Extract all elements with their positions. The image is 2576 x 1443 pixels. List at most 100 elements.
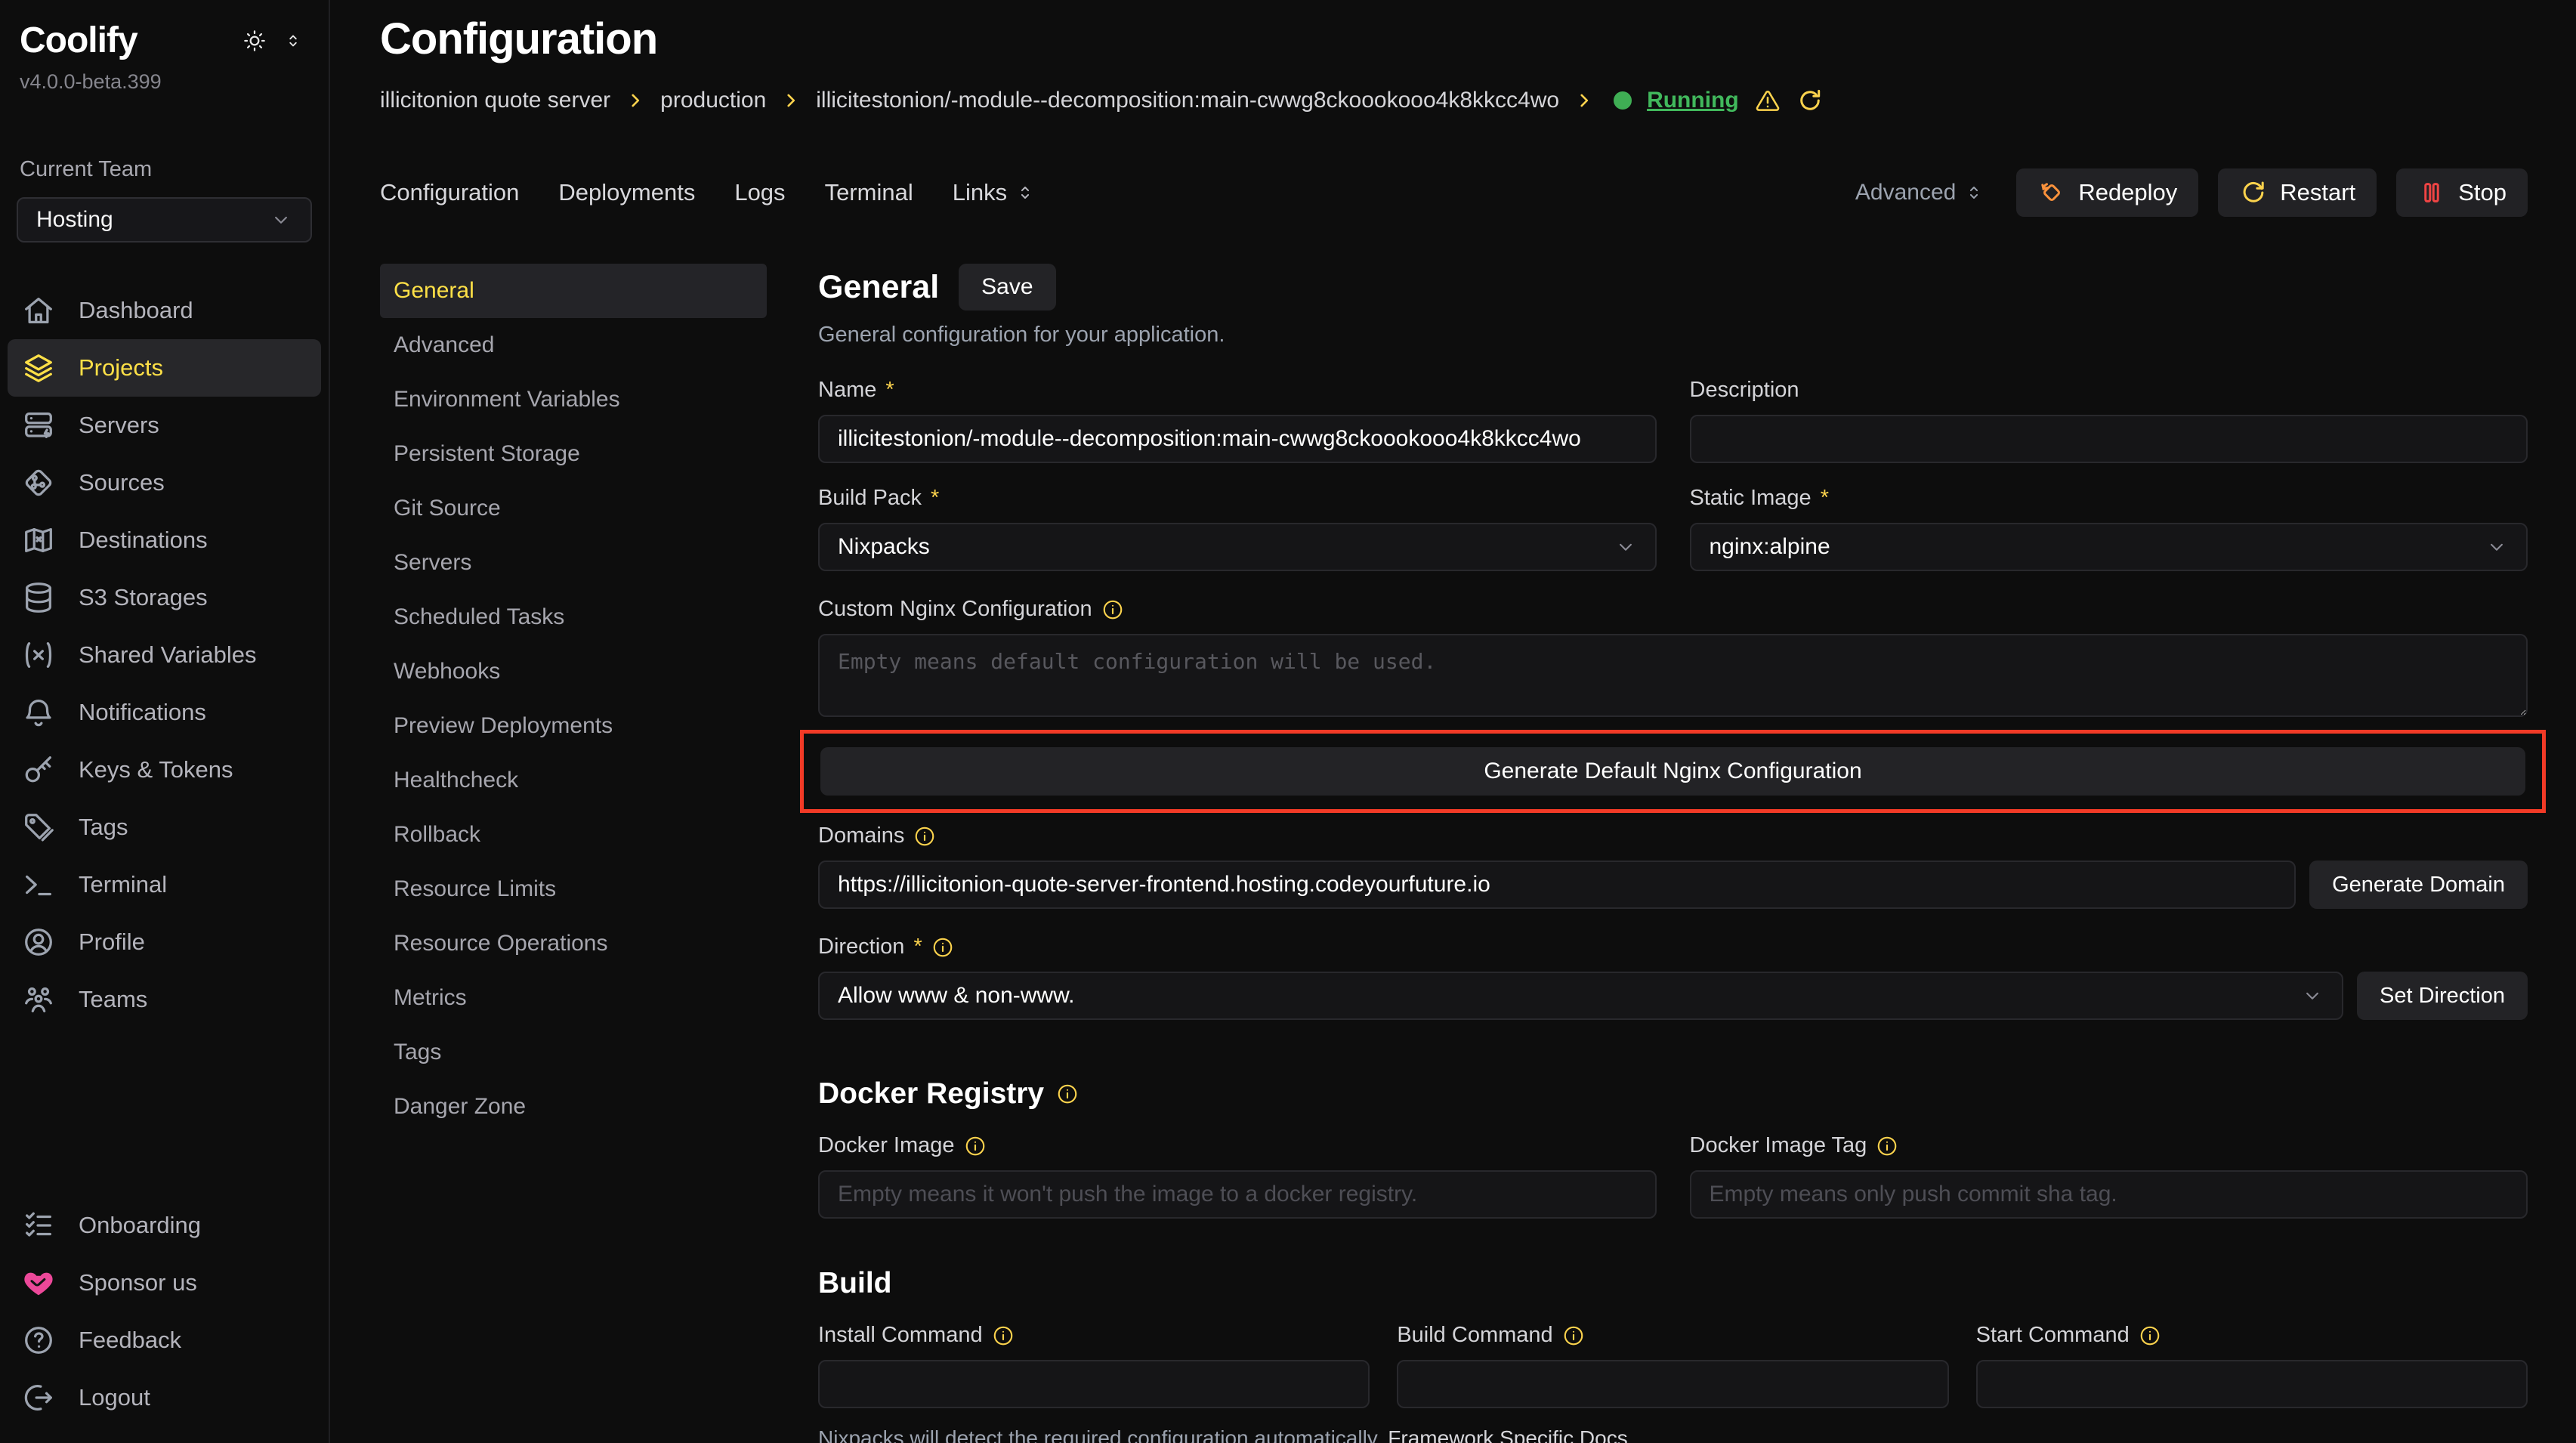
server-icon [21,408,56,443]
users-icon [21,982,56,1017]
sidebar-item-profile[interactable]: Profile [8,913,321,971]
submenu-metrics[interactable]: Metrics [380,971,767,1025]
breadcrumb-application[interactable]: illicitestonion/-module--decomposition:m… [816,88,1559,113]
paren-x-icon [21,638,56,672]
start-command-input[interactable] [1976,1360,2528,1408]
brand-logo: Coolify [20,20,137,61]
set-direction-button[interactable]: Set Direction [2357,972,2528,1020]
docker-image-tag-input[interactable] [1690,1170,2528,1219]
sidebar-item-terminal[interactable]: Terminal [8,856,321,913]
submenu-git-source[interactable]: Git Source [380,481,767,536]
main-area: Configuration illicitonion quote server … [332,0,2576,1443]
breadcrumb-project[interactable]: illicitonion quote server [380,88,610,113]
sidebar-item-sources[interactable]: Sources [8,454,321,511]
bell-icon [21,695,56,730]
tab-deployments[interactable]: Deployments [558,179,695,206]
sidebar-item-shared-variables[interactable]: Shared Variables [8,626,321,684]
submenu-scheduled-tasks[interactable]: Scheduled Tasks [380,590,767,644]
name-input[interactable] [818,415,1657,463]
info-icon[interactable] [1101,598,1124,621]
framework-docs-link[interactable]: Framework Specific Docs [1388,1426,1627,1443]
pause-icon [2417,178,2446,207]
sidebar-item-notifications[interactable]: Notifications [8,684,321,741]
sidebar-item-logout[interactable]: Logout [8,1369,321,1426]
sidebar-item-tags[interactable]: Tags [8,799,321,856]
chevron-right-icon [1574,91,1594,110]
team-select[interactable]: Hosting [17,197,312,243]
submenu-general[interactable]: General [380,264,767,318]
sidebar-item-projects[interactable]: Projects [8,339,321,397]
sidebar-item-sponsor-us[interactable]: Sponsor us [8,1254,321,1312]
description-label: Description [1690,378,1799,403]
sidebar: Coolify v4.0.0-beta.399 Current Team Hos… [0,0,330,1443]
sidebar-collapse-icon[interactable] [283,31,303,51]
submenu-servers[interactable]: Servers [380,536,767,590]
sidebar-item-s3-storages[interactable]: S3 Storages [8,569,321,626]
submenu-advanced[interactable]: Advanced [380,318,767,372]
submenu-webhooks[interactable]: Webhooks [380,644,767,699]
sidebar-item-destinations[interactable]: Destinations [8,511,321,569]
generate-domain-button[interactable]: Generate Domain [2309,861,2528,909]
name-label: Name [818,378,876,403]
tag-icon [21,810,56,845]
annotation-highlight-box: Generate Default Nginx Configuration [800,730,2546,813]
content: General Advanced Environment Variables P… [380,264,2528,1443]
submenu-environment-variables[interactable]: Environment Variables [380,372,767,427]
info-icon[interactable] [1056,1083,1079,1105]
info-icon[interactable] [1562,1324,1585,1347]
restart-button[interactable]: Restart [2218,168,2377,217]
general-form: General Save General configuration for y… [818,264,2528,1443]
advanced-dropdown[interactable]: Advanced [1855,180,1985,205]
build-pack-select[interactable]: Nixpacks [818,523,1657,571]
info-icon[interactable] [964,1135,987,1157]
tab-logs[interactable]: Logs [734,179,785,206]
sidebar-item-servers[interactable]: Servers [8,397,321,454]
build-command-input[interactable] [1397,1360,1948,1408]
docker-image-input[interactable] [818,1170,1657,1219]
submenu-danger-zone[interactable]: Danger Zone [380,1080,767,1134]
user-circle-icon [21,925,56,959]
breadcrumb-environment[interactable]: production [660,88,766,113]
info-icon[interactable] [931,936,954,959]
sidebar-item-dashboard[interactable]: Dashboard [8,282,321,339]
required-marker: * [913,935,922,959]
status-badge[interactable]: Running [1647,88,1739,113]
submenu-healthcheck[interactable]: Healthcheck [380,753,767,808]
tab-terminal[interactable]: Terminal [825,179,913,206]
refresh-icon[interactable] [1796,87,1824,114]
submenu-resource-limits[interactable]: Resource Limits [380,862,767,916]
nginx-config-textarea[interactable] [818,634,2528,717]
sidebar-item-feedback[interactable]: Feedback [8,1312,321,1369]
submenu-rollback[interactable]: Rollback [380,808,767,862]
direction-select[interactable]: Allow www & non-www. [818,972,2343,1020]
tab-configuration[interactable]: Configuration [380,179,519,206]
info-icon[interactable] [1876,1135,1898,1157]
theme-toggle-sun-icon[interactable] [242,29,267,53]
domains-input[interactable] [818,861,2296,909]
save-button[interactable]: Save [959,264,1055,311]
install-command-label: Install Command [818,1323,983,1348]
terminal-prompt-icon [21,867,56,902]
submenu-preview-deployments[interactable]: Preview Deployments [380,699,767,753]
redeploy-button[interactable]: Redeploy [2016,168,2198,217]
current-team-label: Current Team [20,157,329,182]
docker-image-tag-label: Docker Image Tag [1690,1133,1867,1158]
install-command-input[interactable] [818,1360,1370,1408]
sidebar-item-teams[interactable]: Teams [8,971,321,1028]
sidebar-nav: Dashboard Projects Servers Sources Desti… [0,282,329,1028]
sidebar-item-onboarding[interactable]: Onboarding [8,1197,321,1254]
info-icon[interactable] [913,825,936,848]
info-icon[interactable] [992,1324,1015,1347]
required-marker: * [931,486,939,511]
submenu-resource-operations[interactable]: Resource Operations [380,916,767,971]
description-input[interactable] [1690,415,2528,463]
submenu-persistent-storage[interactable]: Persistent Storage [380,427,767,481]
warning-triangle-icon[interactable] [1754,87,1781,114]
info-icon[interactable] [2139,1324,2161,1347]
sidebar-item-keys-tokens[interactable]: Keys & Tokens [8,741,321,799]
tab-links[interactable]: Links [953,179,1036,206]
submenu-tags[interactable]: Tags [380,1025,767,1080]
stop-button[interactable]: Stop [2396,168,2528,217]
generate-nginx-config-button[interactable]: Generate Default Nginx Configuration [820,747,2525,796]
static-image-select[interactable]: nginx:alpine [1690,523,2528,571]
